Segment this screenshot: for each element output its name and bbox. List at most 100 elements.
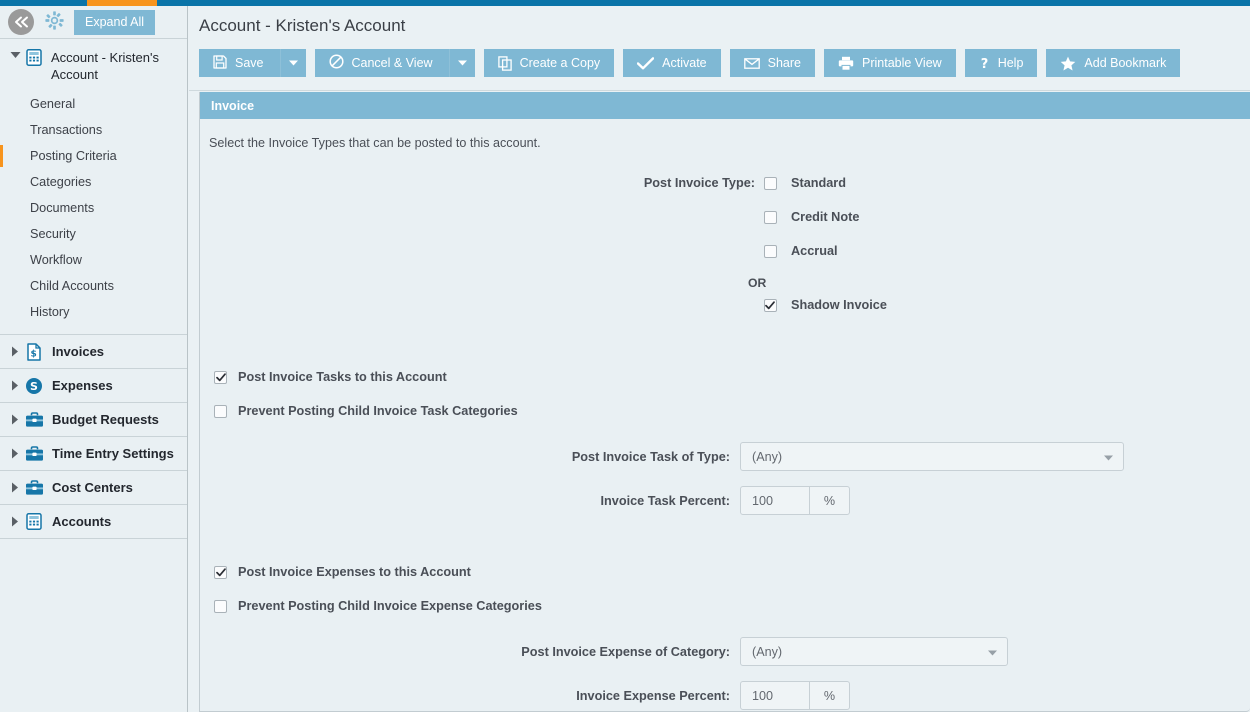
printer-icon bbox=[838, 56, 854, 71]
checkbox-post-invoice-expenses[interactable] bbox=[214, 565, 227, 579]
chevron-down-icon[interactable] bbox=[8, 51, 22, 59]
post-invoice-type-label: Post Invoice Type: bbox=[643, 176, 755, 190]
checkmark-icon bbox=[637, 56, 655, 70]
svg-text:$: $ bbox=[30, 349, 36, 359]
checkbox-credit-note[interactable] bbox=[763, 210, 777, 224]
sidebar-item-label: Categories bbox=[30, 175, 92, 189]
sidebar-item-label: History bbox=[30, 305, 70, 319]
post-invoice-expense-category-select[interactable]: (Any) bbox=[740, 637, 1008, 666]
sidebar-group-expenses[interactable]: S Expenses bbox=[0, 369, 187, 403]
checkbox-post-invoice-tasks[interactable] bbox=[214, 370, 227, 384]
post-invoice-task-type-select[interactable]: (Any) bbox=[740, 442, 1124, 471]
sidebar-group-cost-centers[interactable]: Cost Centers bbox=[0, 471, 187, 505]
post-invoice-expense-category-label: Post Invoice Expense of Category: bbox=[521, 644, 730, 659]
chevron-right-icon[interactable] bbox=[8, 448, 22, 459]
activate-button[interactable]: Activate bbox=[623, 49, 721, 77]
checkbox-standard[interactable] bbox=[763, 176, 777, 190]
checkbox-standard-label: Standard bbox=[791, 176, 846, 190]
sidebar-item-label: Security bbox=[30, 227, 76, 241]
dollar-circle-icon: S bbox=[24, 377, 44, 395]
sidebar-item-label: General bbox=[30, 97, 76, 111]
sidebar-item-workflow[interactable]: Workflow bbox=[0, 247, 187, 273]
chevron-right-icon[interactable] bbox=[8, 346, 22, 357]
floppy-disk-icon bbox=[213, 54, 227, 72]
printable-view-button[interactable]: Printable View bbox=[824, 49, 956, 77]
cancel-and-view-dropdown-arrow[interactable] bbox=[448, 49, 475, 77]
top-accent-highlight bbox=[87, 0, 157, 6]
briefcase-icon bbox=[24, 445, 44, 462]
invoice-expense-percent-input[interactable]: 100 bbox=[741, 682, 809, 709]
briefcase-icon bbox=[24, 479, 44, 496]
add-bookmark-label: Add Bookmark bbox=[1084, 56, 1167, 70]
sidebar: Expand All Account - Kristen's Account G bbox=[0, 6, 188, 712]
sidebar-group-invoices[interactable]: $ Invoices bbox=[0, 335, 187, 369]
collapse-sidebar-button[interactable] bbox=[8, 9, 34, 35]
sidebar-item-posting-criteria[interactable]: Posting Criteria bbox=[0, 143, 187, 169]
checkbox-prevent-child-task-categories-label: Prevent Posting Child Invoice Task Categ… bbox=[238, 404, 518, 418]
main-content: Account - Kristen's Account Save Cancel … bbox=[189, 6, 1250, 712]
expand-all-button[interactable]: Expand All bbox=[74, 9, 156, 35]
invoice-panel: Invoice Select the Invoice Types that ca… bbox=[199, 92, 1250, 712]
sidebar-group-accounts[interactable]: Accounts bbox=[0, 505, 187, 539]
sidebar-group-label: Accounts bbox=[52, 514, 112, 529]
create-a-copy-label: Create a Copy bbox=[519, 56, 601, 70]
sidebar-item-label: Transactions bbox=[30, 123, 103, 137]
checkbox-credit-note-label: Credit Note bbox=[791, 210, 860, 224]
sidebar-item-general[interactable]: General bbox=[0, 91, 187, 117]
sidebar-item-documents[interactable]: Documents bbox=[0, 195, 187, 221]
checkbox-post-invoice-tasks-label: Post Invoice Tasks to this Account bbox=[238, 370, 447, 384]
double-chevron-left-icon bbox=[13, 15, 30, 29]
help-label: Help bbox=[997, 56, 1024, 70]
tree-children: General Transactions Posting Criteria Ca… bbox=[0, 91, 187, 335]
chevron-right-icon[interactable] bbox=[8, 516, 22, 527]
sidebar-item-label: Documents bbox=[30, 201, 95, 215]
chevron-right-icon[interactable] bbox=[8, 414, 22, 425]
sidebar-group-label: Invoices bbox=[52, 344, 105, 359]
calculator-icon bbox=[24, 49, 44, 66]
sidebar-item-categories[interactable]: Categories bbox=[0, 169, 187, 195]
invoice-task-percent-label: Invoice Task Percent: bbox=[600, 493, 730, 508]
save-button[interactable]: Save bbox=[199, 49, 306, 77]
cancel-and-view-button[interactable]: Cancel & View bbox=[314, 49, 475, 77]
sidebar-group-budget-requests[interactable]: Budget Requests bbox=[0, 403, 187, 437]
chevron-right-icon[interactable] bbox=[8, 380, 22, 391]
invoice-task-percent-group: 100 % bbox=[740, 486, 850, 515]
cancel-circle-icon bbox=[328, 54, 344, 72]
chevron-right-icon[interactable] bbox=[8, 482, 22, 493]
sidebar-item-label: Posting Criteria bbox=[30, 149, 117, 163]
settings-button[interactable] bbox=[42, 10, 66, 34]
page-title: Account - Kristen's Account bbox=[199, 16, 406, 35]
question-mark-icon: ? bbox=[979, 56, 990, 71]
sidebar-group-label: Budget Requests bbox=[52, 412, 159, 427]
envelope-icon bbox=[743, 57, 760, 69]
invoice-expense-percent-group: 100 % bbox=[740, 681, 850, 710]
invoice-task-percent-suffix: % bbox=[809, 487, 849, 514]
sidebar-header: Expand All bbox=[0, 6, 187, 39]
checkbox-prevent-child-expense-categories[interactable] bbox=[214, 599, 227, 613]
svg-text:S: S bbox=[30, 380, 38, 393]
sidebar-item-child-accounts[interactable]: Child Accounts bbox=[0, 273, 187, 299]
sidebar-item-security[interactable]: Security bbox=[0, 221, 187, 247]
cancel-and-view-label: Cancel & View bbox=[351, 56, 433, 70]
post-invoice-task-type-label: Post Invoice Task of Type: bbox=[571, 449, 730, 464]
toolbar: Save Cancel & View Create a Copy Activat… bbox=[189, 44, 1250, 82]
checkbox-post-invoice-expenses-label: Post Invoice Expenses to this Account bbox=[238, 565, 471, 579]
sidebar-item-history[interactable]: History bbox=[0, 299, 187, 325]
gear-icon bbox=[44, 11, 64, 33]
checkbox-accrual[interactable] bbox=[763, 244, 777, 258]
share-button[interactable]: Share bbox=[729, 49, 815, 77]
checkbox-shadow-invoice[interactable] bbox=[763, 298, 777, 312]
sidebar-item-transactions[interactable]: Transactions bbox=[0, 117, 187, 143]
sidebar-group-time-entry-settings[interactable]: Time Entry Settings bbox=[0, 437, 187, 471]
tree-root-label: Account - Kristen's Account bbox=[51, 50, 159, 82]
create-a-copy-button[interactable]: Create a Copy bbox=[483, 49, 615, 77]
help-button[interactable]: ? Help bbox=[964, 49, 1038, 77]
checkbox-prevent-child-task-categories[interactable] bbox=[214, 404, 227, 418]
svg-text:?: ? bbox=[980, 57, 988, 71]
top-accent-bar bbox=[0, 0, 1250, 6]
invoice-task-percent-input[interactable]: 100 bbox=[741, 487, 809, 514]
add-bookmark-button[interactable]: Add Bookmark bbox=[1046, 49, 1181, 77]
tree-root-account[interactable]: Account - Kristen's Account bbox=[0, 39, 187, 91]
save-dropdown-arrow[interactable] bbox=[279, 49, 306, 77]
post-invoice-task-type-value: (Any) bbox=[752, 449, 783, 464]
